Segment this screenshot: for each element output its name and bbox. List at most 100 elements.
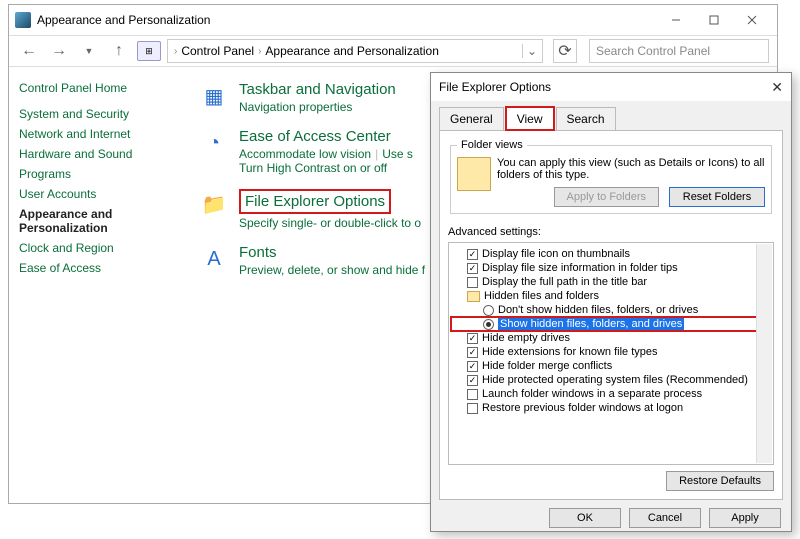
forward-button[interactable]: → bbox=[47, 39, 71, 63]
category-icon: ◔ bbox=[199, 128, 229, 158]
maximize-button[interactable] bbox=[695, 8, 733, 32]
category-title[interactable]: Taskbar and Navigation bbox=[239, 81, 396, 98]
checkbox-icon[interactable] bbox=[467, 403, 478, 414]
checkbox-icon[interactable]: ✓ bbox=[467, 249, 478, 260]
folder-icon bbox=[467, 291, 480, 302]
category-link[interactable]: Navigation properties bbox=[239, 100, 352, 114]
dialog-title: File Explorer Options bbox=[439, 80, 551, 94]
advanced-settings-tree[interactable]: ✓ Display file icon on thumbnails ✓ Display… bbox=[448, 242, 774, 465]
folder-views-group: Folder views You can apply this view (su… bbox=[450, 139, 772, 214]
radio-icon[interactable] bbox=[483, 319, 494, 330]
sidebar-item[interactable]: Programs bbox=[19, 167, 179, 181]
window-icon bbox=[15, 12, 31, 28]
checkbox-icon[interactable] bbox=[467, 389, 478, 400]
tree-label: Show hidden files, folders, and drives bbox=[498, 318, 684, 330]
back-button[interactable]: ← bbox=[17, 39, 41, 63]
up-button[interactable]: ↑ bbox=[107, 39, 131, 63]
tab-search[interactable]: Search bbox=[556, 107, 616, 130]
sidebar-item[interactable]: System and Security bbox=[19, 107, 179, 121]
search-input[interactable]: Search Control Panel bbox=[589, 39, 769, 63]
recent-dropdown[interactable]: ▼ bbox=[77, 39, 101, 63]
tree-label: Display file size information in folder … bbox=[482, 262, 678, 274]
tree-node[interactable]: ✓ Hide extensions for known file types bbox=[451, 345, 771, 359]
tree-label: Hidden files and folders bbox=[484, 290, 599, 302]
tree-label: Launch folder windows in a separate proc… bbox=[482, 388, 702, 400]
tree-node[interactable]: Display the full path in the title bar bbox=[451, 275, 771, 289]
sidebar: Control Panel Home System and Security Ne… bbox=[9, 67, 189, 503]
refresh-button[interactable]: ⟳ bbox=[553, 39, 577, 63]
sidebar-item[interactable]: Network and Internet bbox=[19, 127, 179, 141]
sidebar-item[interactable]: Hardware and Sound bbox=[19, 147, 179, 161]
category-links: Navigation properties bbox=[239, 100, 396, 114]
tree-node[interactable]: ✓ Display file icon on thumbnails bbox=[451, 247, 771, 261]
breadcrumb-dropdown[interactable]: ⌄ bbox=[522, 44, 536, 58]
category-title[interactable]: Ease of Access Center bbox=[239, 128, 413, 145]
folder-views-desc: You can apply this view (such as Details… bbox=[497, 157, 765, 181]
ok-button[interactable]: OK bbox=[549, 508, 621, 528]
sidebar-item[interactable]: Clock and Region bbox=[19, 241, 179, 255]
close-button[interactable] bbox=[733, 8, 771, 32]
checkbox-icon[interactable]: ✓ bbox=[467, 263, 478, 274]
category-link[interactable]: Accommodate low vision bbox=[239, 147, 371, 161]
category-link[interactable]: Specify single- or double-click to o bbox=[239, 216, 421, 230]
sidebar-item[interactable]: Appearance and Personalization bbox=[19, 207, 179, 235]
tree-node[interactable]: ✓ Display file size information in folder… bbox=[451, 261, 771, 275]
tree-node[interactable]: Hidden files and folders bbox=[451, 289, 771, 303]
tree-label: Don't show hidden files, folders, or dri… bbox=[498, 304, 698, 316]
tree-node[interactable]: ✓Hide protected operating system files (… bbox=[451, 373, 771, 387]
dialog-close-button[interactable]: ✕ bbox=[771, 79, 783, 96]
category-links: Preview, delete, or show and hide f bbox=[239, 263, 425, 277]
advanced-settings-label: Advanced settings: bbox=[448, 226, 774, 238]
category-links: Specify single- or double-click to o bbox=[239, 216, 421, 230]
sidebar-item[interactable]: User Accounts bbox=[19, 187, 179, 201]
category-link[interactable]: Preview, delete, or show and hide f bbox=[239, 263, 425, 277]
tree-node[interactable]: ✓ Hide folder merge conflicts bbox=[451, 359, 771, 373]
checkbox-icon[interactable]: ✓ bbox=[467, 375, 478, 386]
tree-node[interactable]: ✓Hide empty drives bbox=[451, 331, 771, 345]
category-link[interactable]: Turn High Contrast on or off bbox=[239, 161, 387, 175]
category-icon[interactable]: ⊞ bbox=[137, 41, 161, 61]
sidebar-head[interactable]: Control Panel Home bbox=[19, 81, 179, 95]
tab-general[interactable]: General bbox=[439, 107, 504, 130]
category-icon: ▦ bbox=[199, 81, 229, 111]
chevron-right-icon: › bbox=[174, 46, 177, 57]
sidebar-item[interactable]: Ease of Access bbox=[19, 261, 179, 275]
tab-panel-view: Folder views You can apply this view (su… bbox=[439, 130, 783, 500]
checkbox-icon[interactable] bbox=[467, 277, 478, 288]
category-icon: 📁 bbox=[199, 189, 229, 219]
tree-label: Display file icon on thumbnails bbox=[482, 248, 630, 260]
tree-label: Display the full path in the title bar bbox=[482, 276, 647, 288]
breadcrumb-seg-2[interactable]: Appearance and Personalization bbox=[265, 44, 438, 58]
apply-to-folders-button[interactable]: Apply to Folders bbox=[554, 187, 659, 207]
tree-label: Hide extensions for known file types bbox=[482, 346, 657, 358]
checkbox-icon[interactable]: ✓ bbox=[467, 347, 478, 358]
category-link[interactable]: Use s bbox=[382, 147, 413, 161]
category-icon: A bbox=[199, 244, 229, 274]
cancel-button[interactable]: Cancel bbox=[629, 508, 701, 528]
reset-folders-button[interactable]: Reset Folders bbox=[669, 187, 765, 207]
tree-node[interactable]: Don't show hidden files, folders, or dri… bbox=[451, 303, 771, 317]
category-title[interactable]: Fonts bbox=[239, 244, 425, 261]
restore-defaults-button[interactable]: Restore Defaults bbox=[666, 471, 774, 491]
nav-bar: ← → ▼ ↑ ⊞ › Control Panel › Appearance a… bbox=[9, 35, 777, 67]
tree-node[interactable]: Restore previous folder windows at logon bbox=[451, 401, 771, 415]
category-links: Accommodate low vision|Use sTurn High Co… bbox=[239, 147, 413, 175]
checkbox-icon[interactable]: ✓ bbox=[467, 333, 478, 344]
search-placeholder: Search Control Panel bbox=[596, 44, 710, 58]
chevron-right-icon: › bbox=[258, 46, 261, 57]
category-title[interactable]: File Explorer Options bbox=[239, 189, 421, 214]
apply-button[interactable]: Apply bbox=[709, 508, 781, 528]
tree-node[interactable]: Launch folder windows in a separate proc… bbox=[451, 387, 771, 401]
minimize-button[interactable] bbox=[657, 8, 695, 32]
checkbox-icon[interactable]: ✓ bbox=[467, 361, 478, 372]
radio-icon[interactable] bbox=[483, 305, 494, 316]
breadcrumb[interactable]: › Control Panel › Appearance and Persona… bbox=[167, 39, 543, 63]
breadcrumb-seg-1[interactable]: Control Panel bbox=[181, 44, 254, 58]
dialog-button-row: OK Cancel Apply bbox=[431, 508, 791, 538]
tree-node[interactable]: Show hidden files, folders, and drives bbox=[451, 317, 771, 331]
tab-view[interactable]: View bbox=[506, 107, 554, 130]
tree-label: Restore previous folder windows at logon bbox=[482, 402, 683, 414]
file-explorer-options-dialog: File Explorer Options ✕ GeneralViewSearc… bbox=[430, 72, 792, 532]
tree-label: Hide folder merge conflicts bbox=[482, 360, 612, 372]
scrollbar[interactable] bbox=[756, 244, 772, 463]
